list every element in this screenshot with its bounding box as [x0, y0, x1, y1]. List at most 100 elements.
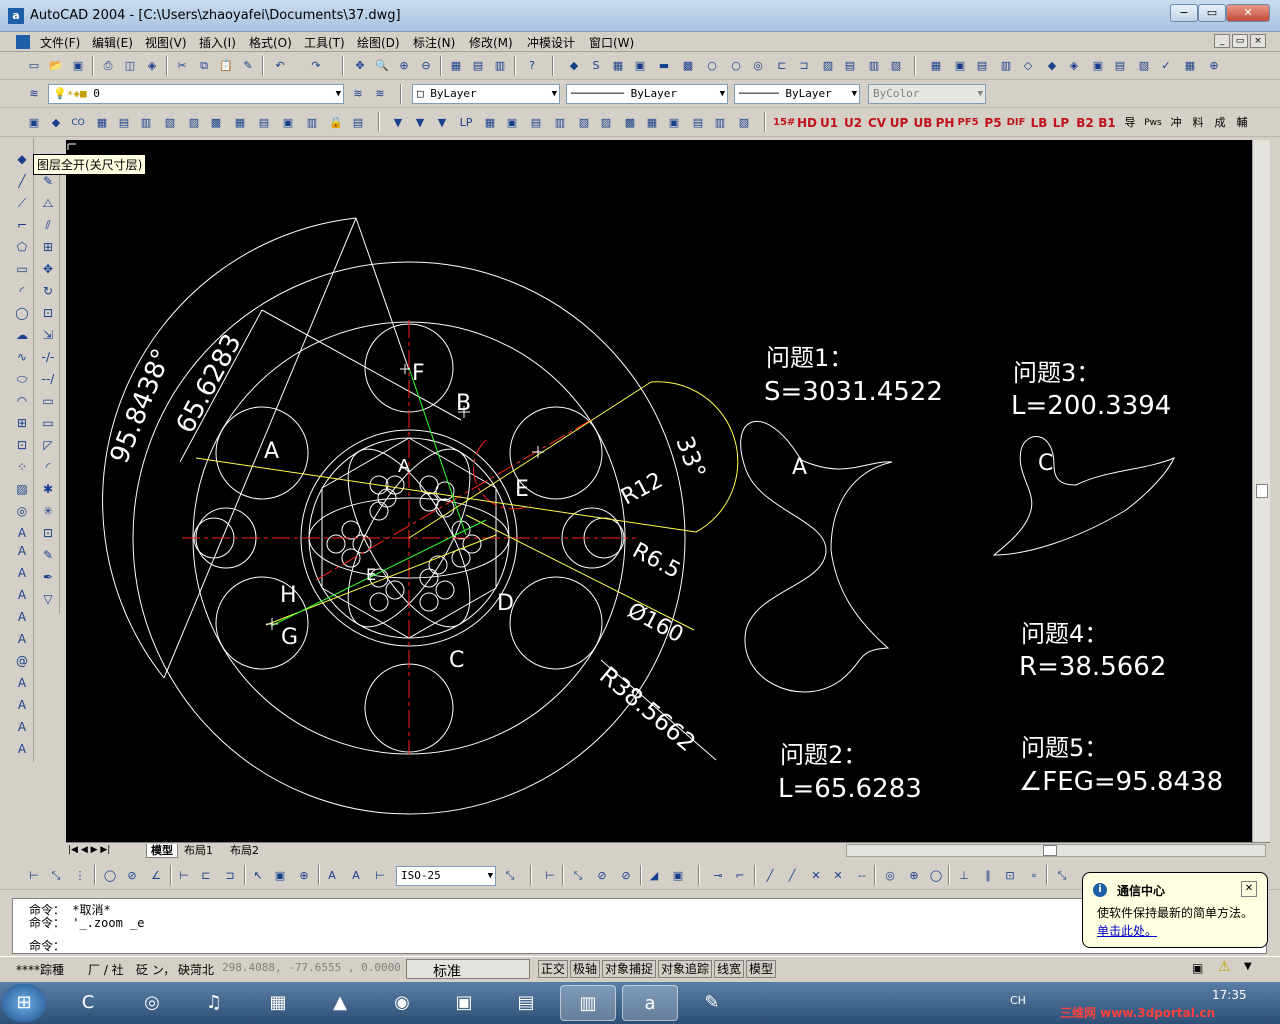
- custom-q-icon[interactable]: LP: [456, 113, 476, 133]
- toggle-osnap[interactable]: 对象捕捉: [602, 960, 657, 978]
- undo-icon[interactable]: ↶: [270, 56, 290, 76]
- print-icon[interactable]: ⎙: [98, 56, 118, 76]
- red-tool-2[interactable]: HD: [796, 113, 818, 133]
- custom-tool-4-icon[interactable]: ▣: [630, 56, 650, 76]
- spline-icon[interactable]: ∿: [11, 346, 33, 368]
- move-icon[interactable]: ✥: [37, 258, 59, 280]
- custom-tool-6-icon[interactable]: ▩: [678, 56, 698, 76]
- ellipse-icon[interactable]: ⬭: [11, 368, 33, 390]
- custom-dim-1-icon[interactable]: ◢: [644, 866, 664, 886]
- quick-dim-icon[interactable]: ⊢: [174, 866, 194, 886]
- taskbar-paint-icon[interactable]: ✎: [684, 985, 740, 1021]
- osnap-extension-icon[interactable]: --: [852, 866, 872, 886]
- osnap-node-icon[interactable]: ∘: [1024, 866, 1044, 886]
- custom-tool-7-icon[interactable]: ◎: [748, 56, 768, 76]
- menu-dimension[interactable]: 标注(N): [413, 34, 455, 51]
- custom-tool-9-icon[interactable]: ⊐: [794, 56, 814, 76]
- tool-19[interactable]: 料: [1188, 113, 1208, 133]
- select-icon[interactable]: ⊡: [37, 522, 59, 544]
- menu-view[interactable]: 视图(V): [145, 34, 187, 51]
- explode-icon[interactable]: ✱: [37, 478, 59, 500]
- custom-g-icon[interactable]: ▧: [160, 113, 180, 133]
- edit-icon[interactable]: ✎: [37, 544, 59, 566]
- custom-tool-5-icon[interactable]: ▬: [654, 56, 674, 76]
- baseline-dim-icon[interactable]: ⊏: [196, 866, 216, 886]
- tab-layout1[interactable]: 布局1: [180, 844, 217, 858]
- snap-tool-1-icon[interactable]: ⤡: [568, 866, 588, 886]
- red-tool-11[interactable]: DIF: [1004, 113, 1028, 133]
- join-icon[interactable]: ▭: [37, 412, 59, 434]
- tab-nav-icons[interactable]: |◀ ◀ ▶ ▶|: [68, 845, 110, 855]
- circle-tool-2-icon[interactable]: ○: [726, 56, 746, 76]
- dim-style-select[interactable]: ISO-25 ▼: [396, 866, 496, 886]
- properties-icon[interactable]: ▦: [446, 56, 466, 76]
- red-tool-12[interactable]: LB: [1028, 113, 1050, 133]
- custom-dim-2-icon[interactable]: ▣: [668, 866, 688, 886]
- toggle-otrack[interactable]: 对象追踪: [658, 960, 713, 978]
- save-icon[interactable]: ▣: [68, 56, 88, 76]
- custom-ab-icon[interactable]: ▥: [710, 113, 730, 133]
- menu-format[interactable]: 格式(O): [249, 34, 292, 51]
- copy-icon[interactable]: ⧉: [194, 56, 214, 76]
- dim-style-icon[interactable]: ⤡: [500, 866, 520, 886]
- taskbar-network-icon[interactable]: ▤: [498, 985, 554, 1021]
- layer-select[interactable]: 💡☀◈■ 0 ▼: [48, 84, 344, 104]
- stretch-icon[interactable]: ⇲: [37, 324, 59, 346]
- restore-button[interactable]: ▭: [1198, 4, 1226, 22]
- text-justify-icon[interactable]: A: [11, 738, 33, 760]
- lock-icon[interactable]: 🔒: [326, 113, 346, 133]
- leader-icon[interactable]: ↖: [248, 866, 268, 886]
- rectangle-icon[interactable]: ▭: [11, 258, 33, 280]
- continue-dim-icon[interactable]: ⊐: [220, 866, 240, 886]
- red-tool-6[interactable]: UP: [888, 113, 910, 133]
- custom-tool-18-icon[interactable]: ◇: [1018, 56, 1038, 76]
- pen-icon[interactable]: ✒: [37, 566, 59, 588]
- custom-tool-21-icon[interactable]: ▣: [1088, 56, 1108, 76]
- tolerance-icon[interactable]: ▣: [270, 866, 290, 886]
- pan-icon[interactable]: ✥: [350, 56, 370, 76]
- make-block-icon[interactable]: ⊡: [11, 434, 33, 456]
- circle-tool-icon[interactable]: ○: [702, 56, 722, 76]
- custom-tool-13-icon[interactable]: ▧: [886, 56, 906, 76]
- osnap-apparent-icon[interactable]: ╱: [782, 866, 802, 886]
- custom-tool-20-icon[interactable]: ◈: [1064, 56, 1084, 76]
- break-icon[interactable]: ▭: [37, 390, 59, 412]
- custom-tool-12-icon[interactable]: ▥: [864, 56, 884, 76]
- new-icon[interactable]: ▭: [24, 56, 44, 76]
- document-icon[interactable]: [16, 35, 30, 49]
- custom-k-icon[interactable]: ▣: [278, 113, 298, 133]
- circle-icon[interactable]: ◯: [11, 302, 33, 324]
- red-tool-5[interactable]: CV: [866, 113, 888, 133]
- osnap-cross-2-icon[interactable]: ✕: [828, 866, 848, 886]
- red-tool-14[interactable]: B2: [1074, 113, 1096, 133]
- text-frame-icon[interactable]: A: [11, 716, 33, 738]
- custom-l-icon[interactable]: ▥: [302, 113, 322, 133]
- custom-tool-17-icon[interactable]: ▥: [996, 56, 1016, 76]
- tool-palettes-icon[interactable]: ▥: [490, 56, 510, 76]
- open-icon[interactable]: 📂: [46, 56, 66, 76]
- insert-block-icon[interactable]: ⊞: [11, 412, 33, 434]
- custom-a-icon[interactable]: ▣: [24, 113, 44, 133]
- custom-h-icon[interactable]: ▨: [184, 113, 204, 133]
- point-icon[interactable]: ⁘: [11, 456, 33, 478]
- spell-check-icon[interactable]: @: [11, 650, 33, 672]
- color-select[interactable]: □ ByLayer ▼: [412, 84, 560, 104]
- preview-icon[interactable]: ◫: [120, 56, 140, 76]
- zoom-realtime-icon[interactable]: 🔍: [372, 56, 392, 76]
- taskbar-explorer-icon[interactable]: ▥: [560, 985, 616, 1021]
- tool-16[interactable]: 导: [1120, 113, 1140, 133]
- fillet-icon[interactable]: ◜: [37, 456, 59, 478]
- chamfer-icon[interactable]: ◸: [37, 434, 59, 456]
- menu-window[interactable]: 窗口(W): [589, 34, 634, 51]
- custom-tool-14-icon[interactable]: ▦: [926, 56, 946, 76]
- taskbar-browser-icon[interactable]: ◉: [374, 985, 430, 1021]
- osnap-midpoint-icon[interactable]: ⌐: [730, 866, 750, 886]
- ellipse-arc-icon[interactable]: ◠: [11, 390, 33, 412]
- hatch-icon[interactable]: ▨: [11, 478, 33, 500]
- taskbar-app-1-icon[interactable]: C: [60, 985, 116, 1021]
- warning-icon[interactable]: ⚠: [1218, 959, 1231, 975]
- custom-b-icon[interactable]: ◆: [46, 113, 66, 133]
- tool-21[interactable]: 輔: [1232, 113, 1252, 133]
- menu-tools[interactable]: 工具(T): [304, 34, 345, 51]
- doc-minimize-button[interactable]: _: [1214, 34, 1230, 48]
